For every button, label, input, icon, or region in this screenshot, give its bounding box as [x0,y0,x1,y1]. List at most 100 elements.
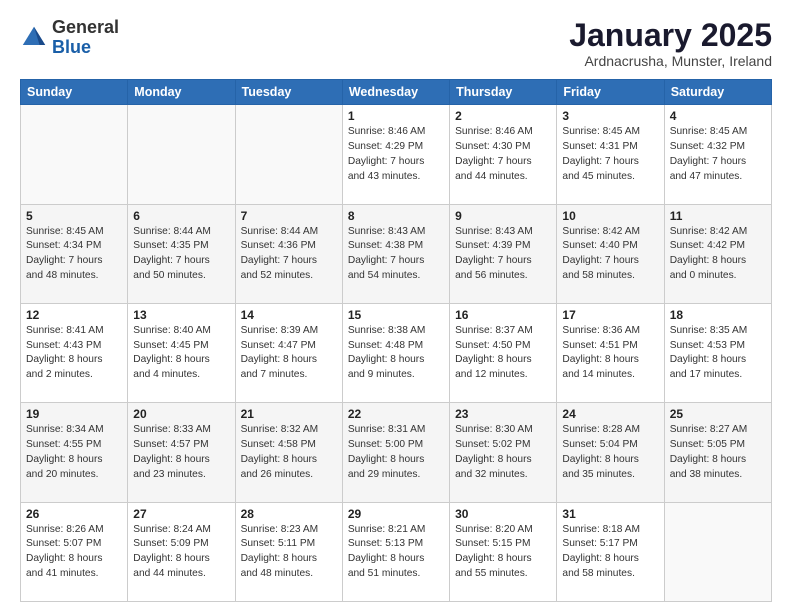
day-cell: 14Sunrise: 8:39 AM Sunset: 4:47 PM Dayli… [235,303,342,402]
day-cell: 27 Sunrise: 8:24 AM Sunset: 5:09 PM Dayli… [128,502,235,601]
day-cell: 12 Sunrise: 8:41 AM Sunset: 4:43 PM Dayli… [21,303,128,402]
day-cell: 5 Sunrise: 8:45 AM Sunset: 4:34 PM Daylig… [21,204,128,303]
day-info: Sunrise: 8:20 AM Sunset: 5:15 PM Dayligh… [455,523,551,582]
day-cell: 15Sunrise: 8:38 AM Sunset: 4:48 PM Dayli… [342,303,449,402]
day-info: Sunrise: 8:23 AM Sunset: 5:11 PM Dayligh… [241,523,337,582]
week-row-5: 26 Sunrise: 8:26 AM Sunset: 5:07 PM Dayli… [21,502,772,601]
day-number: 12 [26,308,122,322]
day-cell: 16 Sunrise: 8:37 AM Sunset: 4:50 PM Dayli… [450,303,557,402]
day-cell: 19Sunrise: 8:34 AM Sunset: 4:55 PM Dayli… [21,403,128,502]
day-cell: 8Sunrise: 8:43 AM Sunset: 4:38 PM Daylig… [342,204,449,303]
day-number: 28 [241,507,337,521]
day-info: Sunrise: 8:30 AM Sunset: 5:02 PM Dayligh… [455,423,551,482]
title-block: January 2025 Ardnacrusha, Munster, Irela… [569,18,772,69]
weekday-header-saturday: Saturday [664,80,771,105]
day-cell [235,105,342,204]
day-cell: 20Sunrise: 8:33 AM Sunset: 4:57 PM Dayli… [128,403,235,502]
day-info: Sunrise: 8:27 AM Sunset: 5:05 PM Dayligh… [670,423,766,482]
day-cell: 4Sunrise: 8:45 AM Sunset: 4:32 PM Daylig… [664,105,771,204]
day-number: 30 [455,507,551,521]
day-number: 23 [455,407,551,421]
day-cell: 2 Sunrise: 8:46 AM Sunset: 4:30 PM Daylig… [450,105,557,204]
day-number: 6 [133,209,229,223]
day-number: 16 [455,308,551,322]
day-cell: 9 Sunrise: 8:43 AM Sunset: 4:39 PM Daylig… [450,204,557,303]
day-cell: 31Sunrise: 8:18 AM Sunset: 5:17 PM Dayli… [557,502,664,601]
day-number: 7 [241,209,337,223]
day-number: 10 [562,209,658,223]
day-number: 14 [241,308,337,322]
day-number: 15 [348,308,444,322]
day-info: Sunrise: 8:21 AM Sunset: 5:13 PM Dayligh… [348,523,444,582]
day-info: Sunrise: 8:46 AM Sunset: 4:29 PM Dayligh… [348,125,444,184]
day-number: 11 [670,209,766,223]
day-info: Sunrise: 8:46 AM Sunset: 4:30 PM Dayligh… [455,125,551,184]
day-number: 13 [133,308,229,322]
day-number: 2 [455,109,551,123]
calendar-title: January 2025 [569,18,772,53]
week-row-4: 19Sunrise: 8:34 AM Sunset: 4:55 PM Dayli… [21,403,772,502]
day-number: 1 [348,109,444,123]
day-cell: 7 Sunrise: 8:44 AM Sunset: 4:36 PM Daylig… [235,204,342,303]
logo-blue-text: Blue [52,37,91,57]
day-cell: 28 Sunrise: 8:23 AM Sunset: 5:11 PM Dayli… [235,502,342,601]
day-number: 24 [562,407,658,421]
weekday-header-row: SundayMondayTuesdayWednesdayThursdayFrid… [21,80,772,105]
day-number: 27 [133,507,229,521]
day-cell [664,502,771,601]
day-number: 17 [562,308,658,322]
weekday-header-monday: Monday [128,80,235,105]
day-number: 5 [26,209,122,223]
day-cell: 25 Sunrise: 8:27 AM Sunset: 5:05 PM Dayli… [664,403,771,502]
logo-general-text: General [52,17,119,37]
day-cell: 30 Sunrise: 8:20 AM Sunset: 5:15 PM Dayli… [450,502,557,601]
day-number: 31 [562,507,658,521]
logo-icon [20,24,48,52]
day-number: 9 [455,209,551,223]
day-info: Sunrise: 8:45 AM Sunset: 4:32 PM Dayligh… [670,125,766,184]
day-info: Sunrise: 8:42 AM Sunset: 4:42 PM Dayligh… [670,225,766,284]
day-info: Sunrise: 8:28 AM Sunset: 5:04 PM Dayligh… [562,423,658,482]
header: General Blue January 2025 Ardnacrusha, M… [20,18,772,69]
day-cell [21,105,128,204]
day-info: Sunrise: 8:45 AM Sunset: 4:34 PM Dayligh… [26,225,122,284]
day-info: Sunrise: 8:44 AM Sunset: 4:36 PM Dayligh… [241,225,337,284]
calendar-subtitle: Ardnacrusha, Munster, Ireland [569,53,772,69]
day-info: Sunrise: 8:41 AM Sunset: 4:43 PM Dayligh… [26,324,122,383]
day-cell: 22 Sunrise: 8:31 AM Sunset: 5:00 PM Dayli… [342,403,449,502]
day-number: 3 [562,109,658,123]
calendar-table: SundayMondayTuesdayWednesdayThursdayFrid… [20,79,772,602]
day-cell: 6 Sunrise: 8:44 AM Sunset: 4:35 PM Daylig… [128,204,235,303]
day-number: 29 [348,507,444,521]
day-number: 25 [670,407,766,421]
day-info: Sunrise: 8:44 AM Sunset: 4:35 PM Dayligh… [133,225,229,284]
day-cell: 18Sunrise: 8:35 AM Sunset: 4:53 PM Dayli… [664,303,771,402]
day-info: Sunrise: 8:32 AM Sunset: 4:58 PM Dayligh… [241,423,337,482]
day-cell: 1 Sunrise: 8:46 AM Sunset: 4:29 PM Daylig… [342,105,449,204]
week-row-3: 12 Sunrise: 8:41 AM Sunset: 4:43 PM Dayli… [21,303,772,402]
day-cell: 3Sunrise: 8:45 AM Sunset: 4:31 PM Daylig… [557,105,664,204]
page: General Blue January 2025 Ardnacrusha, M… [0,0,792,612]
weekday-header-friday: Friday [557,80,664,105]
weekday-header-sunday: Sunday [21,80,128,105]
day-cell: 26 Sunrise: 8:26 AM Sunset: 5:07 PM Dayli… [21,502,128,601]
day-info: Sunrise: 8:42 AM Sunset: 4:40 PM Dayligh… [562,225,658,284]
week-row-1: 1 Sunrise: 8:46 AM Sunset: 4:29 PM Daylig… [21,105,772,204]
weekday-header-thursday: Thursday [450,80,557,105]
day-info: Sunrise: 8:37 AM Sunset: 4:50 PM Dayligh… [455,324,551,383]
day-info: Sunrise: 8:43 AM Sunset: 4:38 PM Dayligh… [348,225,444,284]
day-info: Sunrise: 8:31 AM Sunset: 5:00 PM Dayligh… [348,423,444,482]
day-cell [128,105,235,204]
day-number: 20 [133,407,229,421]
day-info: Sunrise: 8:34 AM Sunset: 4:55 PM Dayligh… [26,423,122,482]
day-info: Sunrise: 8:26 AM Sunset: 5:07 PM Dayligh… [26,523,122,582]
day-info: Sunrise: 8:24 AM Sunset: 5:09 PM Dayligh… [133,523,229,582]
day-cell: 13Sunrise: 8:40 AM Sunset: 4:45 PM Dayli… [128,303,235,402]
day-info: Sunrise: 8:35 AM Sunset: 4:53 PM Dayligh… [670,324,766,383]
day-number: 22 [348,407,444,421]
day-info: Sunrise: 8:43 AM Sunset: 4:39 PM Dayligh… [455,225,551,284]
day-number: 26 [26,507,122,521]
day-cell: 24 Sunrise: 8:28 AM Sunset: 5:04 PM Dayli… [557,403,664,502]
day-info: Sunrise: 8:36 AM Sunset: 4:51 PM Dayligh… [562,324,658,383]
day-number: 21 [241,407,337,421]
